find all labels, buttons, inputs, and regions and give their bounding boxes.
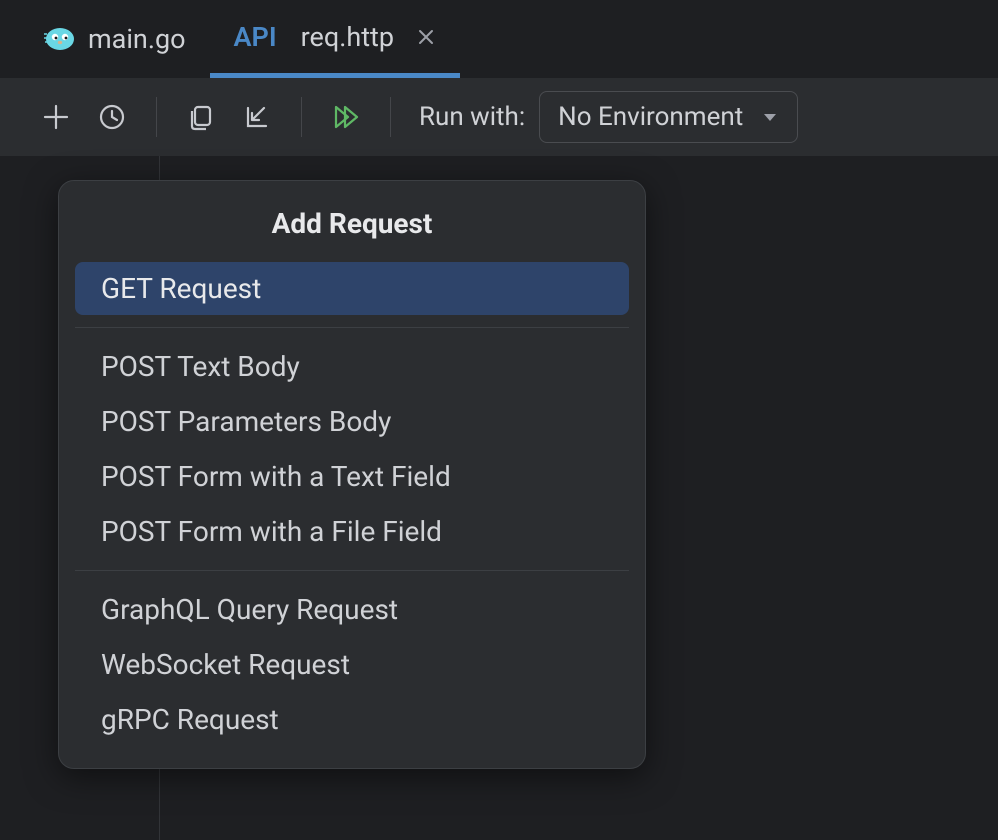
- tab-label: main.go: [88, 23, 186, 55]
- toolbar-separator: [301, 97, 302, 137]
- run-with-label: Run with:: [419, 102, 525, 132]
- history-button[interactable]: [86, 91, 138, 143]
- environment-selected-value: No Environment: [558, 102, 743, 132]
- popup-item-label: GET Request: [101, 272, 261, 305]
- add-request-button[interactable]: [30, 91, 82, 143]
- popup-item-label: gRPC Request: [101, 703, 279, 736]
- http-toolbar: Run with: No Environment: [0, 78, 998, 156]
- run-all-button[interactable]: [320, 91, 372, 143]
- popup-item-label: WebSocket Request: [101, 648, 350, 681]
- close-icon[interactable]: [416, 27, 436, 47]
- popup-title: Add Request: [59, 197, 645, 260]
- toolbar-separator: [390, 97, 391, 137]
- popup-separator: [75, 327, 629, 328]
- popup-separator: [75, 570, 629, 571]
- add-request-popup: Add Request GET Request POST Text Body P…: [58, 180, 646, 769]
- popup-item-label: POST Form with a File Field: [101, 515, 442, 548]
- popup-item-grpc-request[interactable]: gRPC Request: [75, 693, 629, 746]
- chevron-down-icon: [761, 108, 779, 126]
- popup-item-label: POST Text Body: [101, 350, 300, 383]
- examples-button[interactable]: [175, 91, 227, 143]
- editor-tabs: main.go API req.http: [0, 0, 998, 78]
- popup-item-get-request[interactable]: GET Request: [75, 262, 629, 315]
- popup-item-label: GraphQL Query Request: [101, 593, 398, 626]
- api-file-icon: API: [234, 21, 277, 53]
- go-file-icon: [44, 23, 76, 55]
- popup-item-post-text-body[interactable]: POST Text Body: [75, 340, 629, 393]
- popup-item-label: POST Form with a Text Field: [101, 460, 451, 493]
- popup-item-post-parameters-body[interactable]: POST Parameters Body: [75, 395, 629, 448]
- popup-item-post-form-file-field[interactable]: POST Form with a File Field: [75, 505, 629, 558]
- popup-item-graphql-request[interactable]: GraphQL Query Request: [75, 583, 629, 636]
- tab-req-http[interactable]: API req.http: [210, 0, 461, 78]
- run-with-section: Run with: No Environment: [419, 91, 798, 143]
- popup-item-label: POST Parameters Body: [101, 405, 391, 438]
- popup-item-post-form-text-field[interactable]: POST Form with a Text Field: [75, 450, 629, 503]
- import-button[interactable]: [231, 91, 283, 143]
- toolbar-separator: [156, 97, 157, 137]
- popup-item-websocket-request[interactable]: WebSocket Request: [75, 638, 629, 691]
- environment-select[interactable]: No Environment: [539, 91, 798, 143]
- tab-label: req.http: [301, 21, 394, 53]
- tab-main-go[interactable]: main.go: [20, 0, 210, 78]
